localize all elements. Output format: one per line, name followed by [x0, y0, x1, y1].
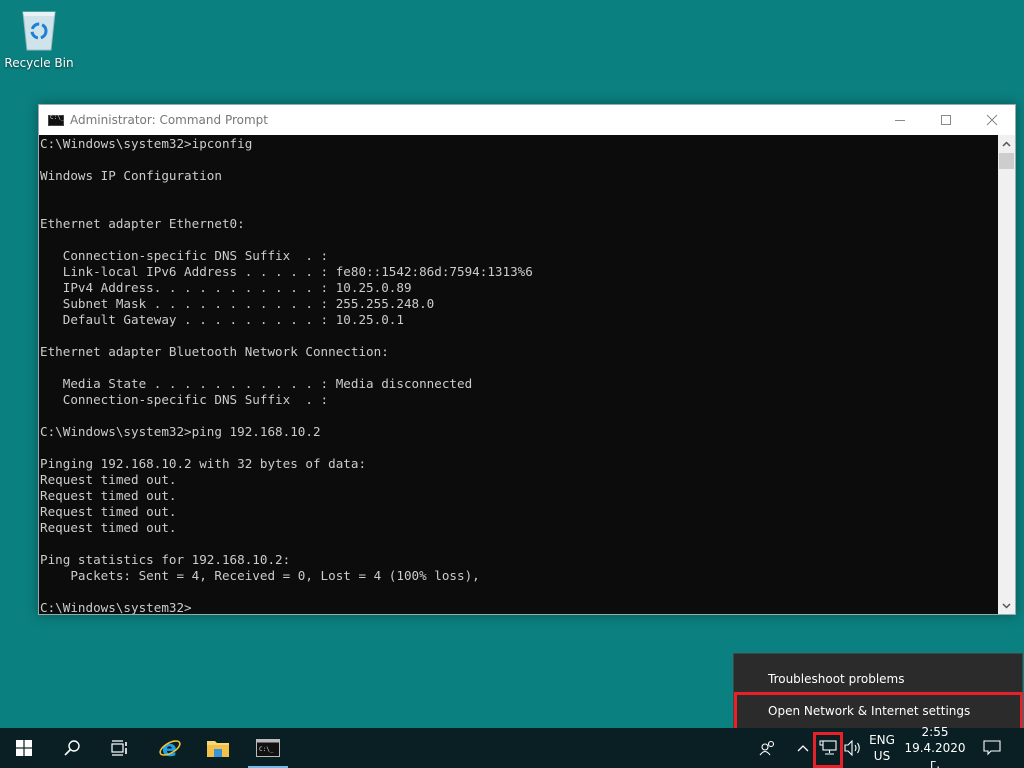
recycle-bin-icon [19, 6, 59, 54]
desktop-icon-recycle-bin[interactable]: Recycle Bin [4, 6, 74, 70]
internet-explorer-button[interactable]: e [146, 728, 194, 768]
maximize-icon [941, 115, 951, 125]
volume-icon [844, 740, 860, 756]
chevron-down-icon [1002, 602, 1011, 609]
console-output[interactable]: C:\Windows\system32>ipconfig Windows IP … [39, 135, 998, 614]
menu-item-open-network-settings[interactable]: Open Network & Internet settings [734, 694, 1022, 727]
internet-explorer-icon: e [159, 737, 181, 760]
show-hidden-icons-button[interactable] [792, 728, 814, 768]
people-button[interactable] [754, 728, 782, 768]
cmd-window[interactable]: Administrator: Command Prompt C:\Windows… [38, 104, 1016, 615]
search-button[interactable] [48, 728, 96, 768]
action-center-button[interactable] [976, 728, 1008, 768]
maximize-button[interactable] [923, 105, 969, 135]
scroll-down-button[interactable] [998, 597, 1015, 614]
file-explorer-button[interactable] [194, 728, 242, 768]
action-center-icon [983, 740, 1001, 756]
desktop-icon-label: Recycle Bin [4, 56, 74, 70]
search-icon [64, 740, 80, 756]
network-tray-button[interactable] [815, 728, 841, 768]
chevron-up-icon [797, 745, 809, 752]
minimize-button[interactable] [877, 105, 923, 135]
clock-time: 2:55 [921, 725, 949, 739]
network-context-menu: Troubleshoot problems Open Network & Int… [733, 653, 1023, 731]
clock-button[interactable]: 2:55 19.4.2020 г. [900, 725, 970, 768]
taskbar: e C:\_ ENG US 2:55 19.4.2020 г. [0, 725, 1024, 768]
language-code: ENG [869, 733, 895, 747]
task-view-icon [111, 740, 127, 756]
command-prompt-taskbar-button[interactable]: C:\_ [244, 728, 292, 768]
clock-date: 19.4.2020 г. [904, 741, 966, 768]
console-text: C:\Windows\system32>ipconfig Windows IP … [40, 136, 533, 614]
cmd-icon [48, 114, 64, 126]
cmd-icon: C:\_ [256, 739, 280, 757]
scroll-up-button[interactable] [998, 135, 1015, 152]
chevron-up-icon [1002, 140, 1011, 147]
menu-item-label: Open Network & Internet settings [768, 703, 971, 718]
network-icon [819, 740, 837, 755]
close-icon [986, 114, 998, 126]
folder-icon [207, 741, 229, 757]
minimize-icon [895, 119, 905, 121]
task-view-button[interactable] [96, 728, 144, 768]
people-icon [759, 740, 775, 756]
start-button[interactable] [0, 728, 48, 768]
title-bar[interactable]: Administrator: Command Prompt [39, 105, 1015, 135]
svg-text:C:\_: C:\_ [259, 746, 274, 753]
menu-item-label: Troubleshoot problems [768, 671, 905, 686]
input-language-button[interactable]: ENG US [866, 728, 898, 768]
vertical-scrollbar[interactable] [998, 135, 1015, 614]
menu-item-troubleshoot-problems[interactable]: Troubleshoot problems [734, 662, 1022, 695]
window-title: Administrator: Command Prompt [70, 113, 268, 127]
windows-logo-icon [16, 740, 32, 756]
volume-button[interactable] [842, 728, 864, 768]
keyboard-layout: US [873, 749, 891, 763]
scrollbar-thumb[interactable] [999, 153, 1014, 169]
close-button[interactable] [969, 105, 1015, 135]
